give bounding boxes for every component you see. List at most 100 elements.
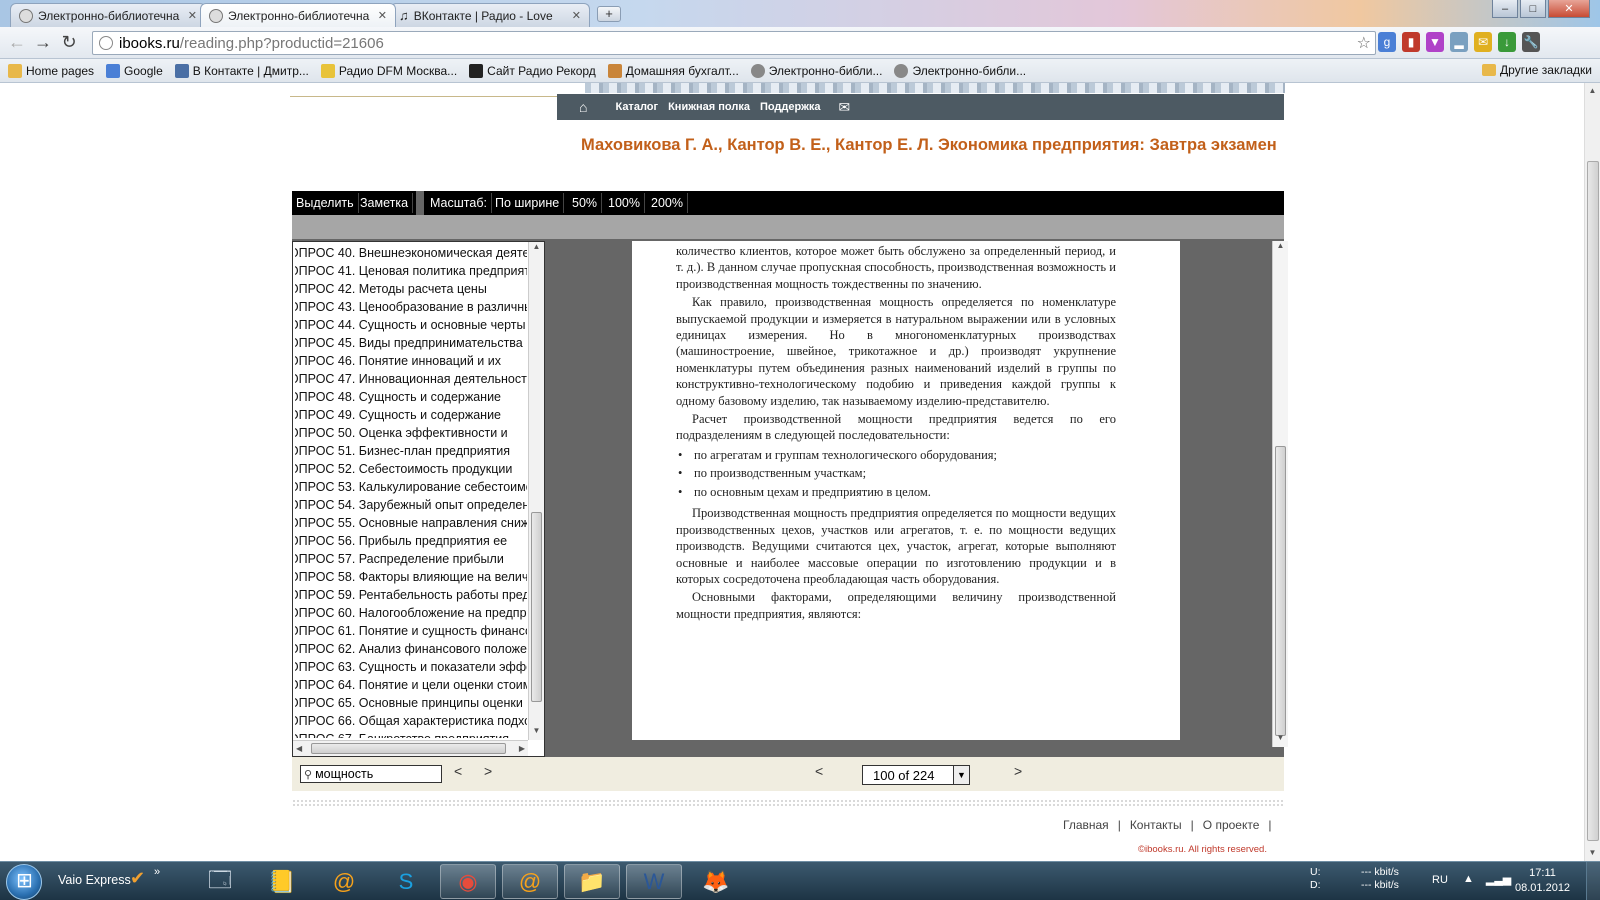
- mail-agent-icon[interactable]: @: [316, 864, 372, 899]
- toc-item[interactable]: ВОПРОС 45. Виды предпринимательства: [295, 334, 527, 352]
- search-next-button[interactable]: >: [484, 763, 492, 779]
- toc-item[interactable]: ВОПРОС 46. Понятие инноваций и их: [295, 352, 527, 370]
- scroll-up-arrow-icon[interactable]: ▲: [1273, 241, 1288, 255]
- scroll-down-arrow-icon[interactable]: ▼: [1585, 845, 1600, 861]
- toc-item[interactable]: ВОПРОС 44. Сущность и основные черты: [295, 316, 527, 334]
- toc-item[interactable]: ВОПРОС 63. Сущность и показатели эффекти…: [295, 658, 527, 676]
- word-icon[interactable]: W: [626, 864, 682, 899]
- footer-about-link[interactable]: О проекте: [1203, 818, 1260, 832]
- start-button[interactable]: [6, 864, 42, 900]
- language-indicator[interactable]: RU: [1432, 874, 1448, 886]
- home-icon[interactable]: ⌂: [579, 99, 587, 115]
- download-extension-icon[interactable]: ↓: [1498, 32, 1516, 52]
- toc-item[interactable]: ВОПРОС 47. Инновационная деятельность: [295, 370, 527, 388]
- add-note-button[interactable]: Заметка: [356, 193, 414, 213]
- toc-item[interactable]: ВОПРОС 62. Анализ финансового положения: [295, 640, 527, 658]
- toc-hscroll-thumb[interactable]: [311, 743, 506, 754]
- firefox-icon[interactable]: 🦊: [688, 864, 744, 899]
- toc-item[interactable]: ВОПРОС 61. Понятие и сущность финансов: [295, 622, 527, 640]
- toc-item[interactable]: ВОПРОС 54. Зарубежный опыт определения: [295, 496, 527, 514]
- page-vertical-scrollbar[interactable]: ▲ ▼: [1272, 241, 1288, 747]
- scroll-up-arrow-icon[interactable]: ▲: [1585, 83, 1600, 99]
- tab-library-2[interactable]: Электронно-библиотечна ✕: [200, 3, 396, 27]
- mail-extension-icon[interactable]: ✉: [1474, 32, 1492, 52]
- search-field[interactable]: ⚲ мощность: [300, 765, 442, 783]
- toc-horizontal-scrollbar[interactable]: ◀ ▶: [293, 740, 528, 756]
- reader-extension-icon[interactable]: ▮: [1402, 32, 1420, 52]
- bookmark-radio-record[interactable]: Сайт Радио Рекорд: [463, 63, 602, 78]
- toc-item[interactable]: ВОПРОС 58. Факторы влияющие на величину: [295, 568, 527, 586]
- toc-item[interactable]: ВОПРОС 43. Ценообразование в различных: [295, 298, 527, 316]
- tab-close-icon[interactable]: ✕: [188, 9, 197, 22]
- other-bookmarks[interactable]: Другие закладки: [1482, 63, 1592, 77]
- toc-item[interactable]: ВОПРОС 57. Распределение прибыли: [295, 550, 527, 568]
- toc-item[interactable]: ВОПРОС 60. Налогообложение на предприяти…: [295, 604, 527, 622]
- browser-scroll-thumb[interactable]: [1587, 161, 1599, 841]
- back-arrow-icon[interactable]: ←: [4, 32, 30, 53]
- next-page-button[interactable]: >: [1014, 763, 1022, 779]
- toc-item[interactable]: ВОПРОС 65. Основные принципы оценки: [295, 694, 527, 712]
- scroll-down-arrow-icon[interactable]: ▼: [529, 726, 544, 740]
- nav-support-link[interactable]: Поддержка: [760, 101, 821, 113]
- zoom-50-button[interactable]: 50%: [568, 193, 603, 213]
- skype-icon[interactable]: S: [378, 864, 434, 899]
- filter-extension-icon[interactable]: ▼: [1426, 32, 1444, 52]
- wrench-menu-icon[interactable]: 🔧: [1522, 32, 1540, 52]
- chevron-down-icon[interactable]: ▼: [953, 766, 969, 784]
- toc-item[interactable]: ВОПРОС 51. Бизнес-план предприятия: [295, 442, 527, 460]
- zoom-100-button[interactable]: 100%: [604, 193, 645, 213]
- bookmark-library-1[interactable]: Электронно-библи...: [745, 63, 889, 78]
- chrome-icon[interactable]: ◉: [440, 864, 496, 899]
- explorer-icon[interactable]: 📁: [564, 864, 620, 899]
- scroll-up-arrow-icon[interactable]: ▲: [529, 242, 544, 256]
- toc-item[interactable]: ВОПРОС 50. Оценка эффективности и: [295, 424, 527, 442]
- toc-item[interactable]: ВОПРОС 67. Банкротство предприятия: [295, 730, 527, 738]
- minimize-window-button[interactable]: –: [1492, 0, 1518, 18]
- tab-vkontakte-radio[interactable]: ♫ ВКонтакте | Радио - Love ✕: [390, 3, 590, 27]
- toc-item[interactable]: ВОПРОС 52. Себестоимость продукции: [295, 460, 527, 478]
- vaio-express-label[interactable]: Vaio Express: [58, 873, 131, 887]
- tab-library-1[interactable]: Электронно-библиотечна ✕: [10, 3, 206, 27]
- footer-contacts-link[interactable]: Контакты: [1130, 818, 1182, 832]
- address-bar[interactable]: ibooks.ru/reading.php?productid=21606 ☆: [92, 31, 1376, 55]
- document-viewer-icon[interactable]: 🗔: [192, 864, 248, 899]
- browser-vertical-scrollbar[interactable]: ▲ ▼: [1584, 83, 1600, 861]
- signal-extension-icon[interactable]: ▂: [1450, 32, 1468, 52]
- bookmark-google[interactable]: Google: [100, 63, 169, 78]
- footer-home-link[interactable]: Главная: [1063, 818, 1109, 832]
- toc-item[interactable]: ВОПРОС 55. Основные направления снижения: [295, 514, 527, 532]
- show-desktop-button[interactable]: [1586, 862, 1600, 900]
- bookmark-home-accounting[interactable]: Домашняя бухгалт...: [602, 63, 745, 78]
- scroll-right-arrow-icon[interactable]: ▶: [519, 744, 525, 753]
- toc-scroll-thumb[interactable]: [531, 512, 542, 702]
- toc-item[interactable]: ВОПРОС 56. Прибыль предприятия ее: [295, 532, 527, 550]
- show-hidden-icons-icon[interactable]: ▲: [1463, 873, 1474, 886]
- bookmark-radio-dfm[interactable]: Радио DFM Москва...: [315, 63, 463, 78]
- close-window-button[interactable]: ✕: [1548, 0, 1590, 18]
- nav-bookshelf-link[interactable]: Книжная полка: [668, 101, 750, 113]
- toc-item[interactable]: ВОПРОС 42. Методы расчета цены: [295, 280, 527, 298]
- bookmark-library-2[interactable]: Электронно-библи...: [888, 63, 1032, 78]
- mail-agent-icon[interactable]: @: [502, 864, 558, 899]
- toc-item[interactable]: ВОПРОС 64. Понятие и цели оценки стоимос…: [295, 676, 527, 694]
- maximize-window-button[interactable]: □: [1520, 0, 1546, 18]
- bookmark-home-pages[interactable]: Home pages: [2, 63, 100, 78]
- clock[interactable]: 17:11 08.01.2012: [1515, 866, 1570, 896]
- page-scroll-thumb[interactable]: [1275, 446, 1286, 736]
- scroll-down-arrow-icon[interactable]: ▼: [1273, 733, 1288, 747]
- tab-close-icon[interactable]: ✕: [572, 9, 581, 22]
- tab-close-icon[interactable]: ✕: [378, 9, 387, 22]
- toc-item[interactable]: ВОПРОС 53. Калькулирование себестоимости: [295, 478, 527, 496]
- google-extension-icon[interactable]: g: [1378, 32, 1396, 52]
- select-text-button[interactable]: Выделить: [292, 193, 359, 213]
- page-selector[interactable]: 100 of 224 ▼: [862, 765, 970, 785]
- zoom-fit-width-button[interactable]: По ширине: [491, 193, 565, 213]
- notebook-icon[interactable]: 📒: [254, 864, 310, 899]
- toc-item[interactable]: ВОПРОС 41. Ценовая политика предприятия: [295, 262, 527, 280]
- reload-icon[interactable]: ↻: [56, 32, 82, 53]
- search-prev-button[interactable]: <: [454, 763, 462, 779]
- forward-arrow-icon[interactable]: →: [30, 32, 56, 53]
- network-signal-icon[interactable]: ▂▃▅: [1486, 873, 1511, 886]
- new-tab-button[interactable]: +: [597, 6, 621, 22]
- toc-item[interactable]: ВОПРОС 40. Внешнеэкономическая деятельно…: [295, 244, 527, 262]
